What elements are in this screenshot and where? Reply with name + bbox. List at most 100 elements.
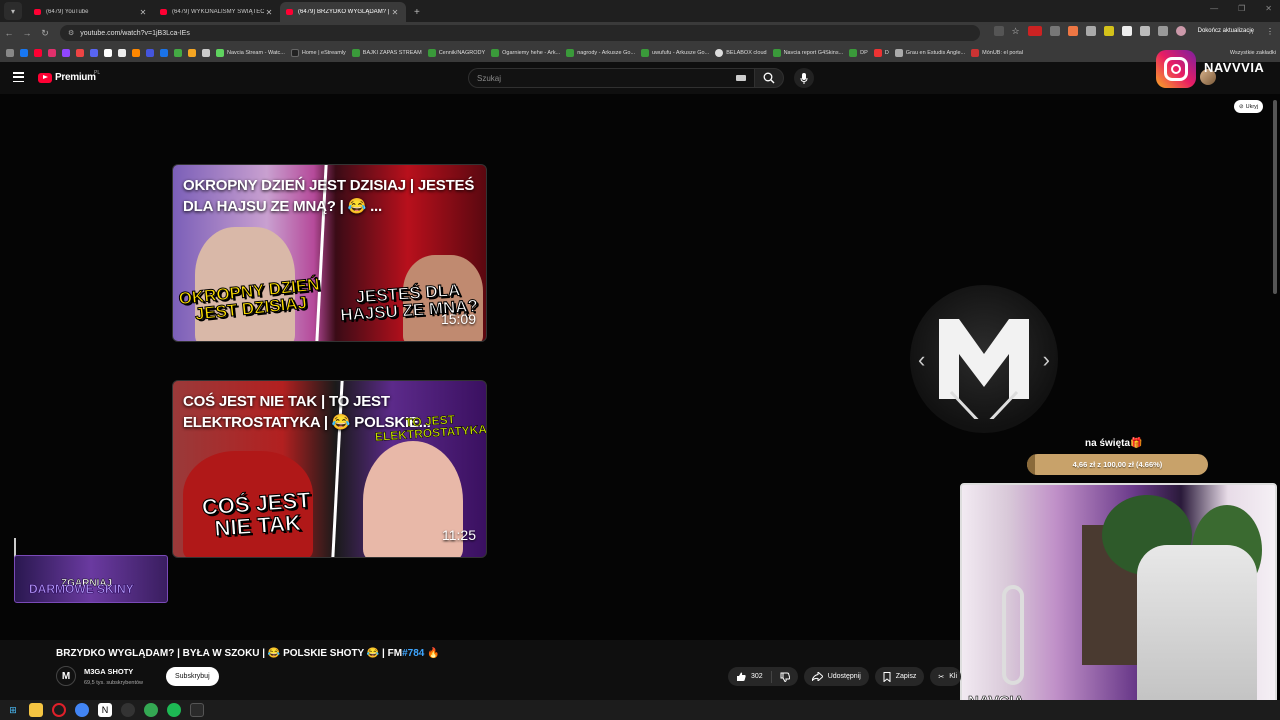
instagram-icon[interactable] [48,49,56,57]
profile-avatar-icon[interactable] [1175,26,1186,36]
site-info-icon[interactable]: ⚙ [68,29,74,37]
tab-search-button[interactable]: ▾ [4,2,22,20]
opera-icon[interactable] [52,703,66,717]
browser-tab-active[interactable]: (6479) BRZYDKO WYGLĄDAM? | B... ✕ [280,2,406,22]
tiktok-icon[interactable] [118,49,126,57]
twitch-icon[interactable] [62,49,70,57]
page-scrollbar[interactable] [1273,100,1277,294]
menu-kebab-icon[interactable]: ⋮ [1266,27,1274,36]
extensions-puzzle-icon[interactable] [1139,26,1150,36]
chrome-icon[interactable] [144,703,158,717]
update-button[interactable]: Dokończ aktualizację [1194,25,1258,37]
bookmark-item[interactable]: Cennik/NAGRODY [427,49,485,57]
bookmark-item[interactable]: BELABOX cloud [715,49,767,57]
instagram-logo-icon [1156,50,1196,88]
bookmark-item[interactable]: Grau en Estudis Angle... [894,49,965,57]
tab-close-icon[interactable]: ✕ [390,8,400,17]
search-input[interactable]: Szukaj [468,68,754,88]
bookmark-item[interactable]: Home | eStreamly [290,49,346,57]
dislike-button[interactable] [772,672,798,682]
apps-grid-icon[interactable] [6,49,14,57]
bookmark-item[interactable]: uwufufu - Arkusze Go... [641,49,709,57]
bookmark-item[interactable]: D [873,49,889,57]
channel-subscribe-element[interactable]: ‹ › [910,285,1058,433]
extension-icon[interactable] [1049,26,1060,36]
tab-close-icon[interactable]: ✕ [264,8,274,17]
sheets-icon [849,49,858,57]
obs-icon[interactable] [121,703,135,717]
chrome-icon[interactable] [75,703,89,717]
extension-icon[interactable] [1121,26,1132,36]
browser-tab[interactable]: (6479) YouTube ✕ [28,2,154,22]
extension-icon[interactable] [1085,26,1096,36]
youtube-play-icon [38,72,52,83]
bookmark-item[interactable]: MónUB: el portal [971,49,1023,57]
bookmark-icon[interactable] [188,49,196,57]
bookmark-item[interactable]: BAJKI ZAPAS STREAM [351,49,422,57]
sheets-icon [566,49,575,57]
minimize-icon[interactable]: — [1210,4,1218,13]
keyboard-icon[interactable] [736,75,746,81]
reload-icon[interactable]: ↻ [36,28,54,39]
voice-search-button[interactable] [794,68,814,88]
github-icon [715,49,724,57]
end-screen-video-card[interactable]: OKROPNY DZIEŃ JEST DZISIAJ | JESTEŚ DLA … [172,164,487,342]
file-explorer-icon[interactable] [29,703,43,717]
bookmark-icon[interactable] [174,49,182,57]
channel-avatar[interactable]: M [56,666,76,686]
youtube-favicon-icon [34,9,41,15]
hamburger-menu-icon[interactable] [13,72,24,82]
youtube-favicon-icon [286,9,293,15]
close-window-icon[interactable]: ✕ [1265,4,1272,13]
maximize-icon[interactable]: ❐ [1238,4,1245,13]
browser-tab[interactable]: (6479) WYKONALIŚMY ŚWIĄTECZ... ✕ [154,2,280,22]
bookmark-item[interactable]: Navcia report G4Skins... [772,49,843,57]
clip-button[interactable]: ✂ Kli [930,667,962,686]
bookmark-item[interactable]: nagrody - Arkusze Go... [566,49,635,57]
terminal-icon[interactable] [190,703,204,717]
all-bookmarks-folder[interactable]: Wszystkie zakładki [1225,50,1276,56]
sidepanel-icon[interactable] [1157,26,1168,36]
extension-icon[interactable] [1067,26,1078,36]
bookmark-star-icon[interactable]: ☆ [1012,26,1020,37]
windows-start-icon[interactable]: ⊞ [6,703,20,717]
bookmark-icon [971,49,980,57]
discord-icon[interactable] [90,49,98,57]
hashtag-link[interactable]: #784 [402,648,424,659]
search-button[interactable] [754,68,784,88]
bookmark-icon[interactable] [202,49,210,57]
browser-toolbar: ← → ↻ ⚙ youtube.com/watch?v=1jB3Lca-IEs … [0,22,1280,44]
end-screen-video-card[interactable]: COŚ JEST NIE TAK | TO JEST ELEKTROSTATYK… [172,380,487,558]
youtube-icon[interactable] [34,49,42,57]
bookmark-icon[interactable] [146,49,154,57]
back-icon[interactable]: ← [0,28,18,38]
forward-icon[interactable]: → [18,28,36,38]
facebook-icon[interactable] [20,49,28,57]
bookmark-item[interactable]: DP [849,49,868,57]
spotify-icon[interactable] [167,703,181,717]
new-tab-icon[interactable]: + [414,7,420,18]
bookmark-icon [873,49,882,57]
webcam-overlay: NAVCIA [960,483,1277,716]
x-icon[interactable] [104,49,112,57]
hide-overlay-button[interactable]: ⊘ Ukryj [1234,100,1264,113]
youtube-premium-logo[interactable]: Premium [38,72,96,83]
cast-icon[interactable] [993,26,1004,36]
notion-icon[interactable]: N [98,703,112,717]
bookmark-icon[interactable] [160,49,168,57]
bookmark-item[interactable]: Navcia Stream - Watc... [216,49,285,57]
bookmark-item[interactable]: Ogarniemy hehe - Ark... [491,49,560,57]
bookmark-icon[interactable] [76,49,84,57]
share-button[interactable]: Udostępnij [803,667,869,686]
extension-icon[interactable] [1103,26,1114,36]
subscribe-button[interactable]: Subskrybuj [166,667,219,686]
bookmark-icon[interactable] [132,49,140,57]
tab-close-icon[interactable]: ✕ [138,8,148,17]
tab-title: (6479) BRZYDKO WYGLĄDAM? | B... [298,9,390,15]
windows-taskbar: ⊞ N [0,700,1280,720]
address-bar[interactable]: ⚙ youtube.com/watch?v=1jB3Lca-IEs [60,25,980,41]
save-button[interactable]: Zapisz [874,667,925,686]
extension-icon[interactable] [1027,26,1042,36]
channel-name[interactable]: M3GA SHOTY [84,667,133,676]
like-button[interactable]: 302 [728,672,771,682]
